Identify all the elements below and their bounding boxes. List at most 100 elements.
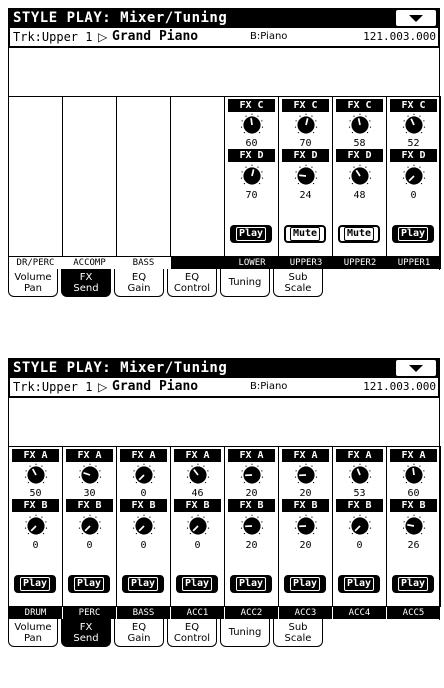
- fx-send-knob-top[interactable]: [402, 113, 426, 137]
- tab-label-line2: Pan: [23, 632, 43, 644]
- fx-send-knob-top[interactable]: [402, 463, 426, 487]
- channel-strip: FX C 52 FX D 0 Play: [387, 96, 441, 257]
- title-bar: STYLE PLAY: Mixer/Tuning: [8, 8, 440, 28]
- fx-send-knob-bottom[interactable]: [24, 514, 48, 538]
- tab-sub-scale[interactable]: Sub Scale: [273, 269, 323, 297]
- channel-name[interactable]: UPPER1: [387, 257, 441, 269]
- tab-volume-pan[interactable]: Volume Pan: [8, 269, 58, 297]
- mixer-screen-top: STYLE PLAY: Mixer/Tuning Trk:Upper 1 ▷ Gran…: [8, 8, 441, 330]
- tab-fx-send[interactable]: FX Send: [61, 269, 111, 297]
- fx-send-value-bottom: 48: [353, 190, 366, 201]
- fx-send-label-bottom: FX D: [390, 149, 437, 162]
- fx-send-knob-top[interactable]: [186, 463, 210, 487]
- fx-send-knob-bottom[interactable]: [240, 514, 264, 538]
- sound-arrow-icon: ▷: [98, 380, 108, 394]
- channel-name[interactable]: ACCOMP: [63, 257, 116, 269]
- program-number: 121.003.000: [363, 380, 436, 393]
- tab-label-line2: Gain: [127, 632, 151, 644]
- fx-send-label-bottom: FX B: [282, 499, 329, 512]
- fx-send-knob-top[interactable]: [24, 463, 48, 487]
- fx-send-knob-top[interactable]: [240, 463, 264, 487]
- fx-send-label-top: FX C: [336, 99, 383, 112]
- play-button[interactable]: Play: [122, 575, 164, 593]
- mute-button[interactable]: Mute: [338, 225, 380, 243]
- track-info-bar[interactable]: Trk:Upper 1 ▷ Grand Piano B:Piano 121.003.00…: [8, 378, 440, 398]
- channel-name[interactable]: [171, 257, 225, 269]
- channel-name[interactable]: DRUM: [9, 607, 62, 619]
- page-menu-button[interactable]: [396, 10, 436, 26]
- fx-send-knob-bottom[interactable]: [402, 514, 426, 538]
- play-button[interactable]: Play: [392, 225, 434, 243]
- fx-send-knob-bottom[interactable]: [348, 514, 372, 538]
- channel-name[interactable]: UPPER2: [333, 257, 387, 269]
- channel-name[interactable]: ACC2: [225, 607, 278, 619]
- play-mute-label: Play: [127, 577, 159, 591]
- tab-label-line2: Control: [173, 632, 211, 644]
- fx-send-knob-top[interactable]: [132, 463, 156, 487]
- tab-eq-gain[interactable]: EQ Gain: [114, 619, 164, 647]
- play-mute-label: Play: [235, 227, 267, 241]
- fx-send-knob-bottom[interactable]: [294, 164, 318, 188]
- play-button[interactable]: Play: [176, 575, 218, 593]
- channel-strip: [9, 96, 63, 257]
- tab-eq-gain[interactable]: EQ Gain: [114, 269, 164, 297]
- channel-strip: FX A 0 FX B 0 Play: [117, 446, 171, 607]
- fx-send-knob-bottom[interactable]: [240, 164, 264, 188]
- mixer-screen-bottom: STYLE PLAY: Mixer/Tuning Trk:Upper 1 ▷ Gran…: [8, 358, 441, 680]
- fx-send-knob-top[interactable]: [294, 463, 318, 487]
- fx-send-knob-bottom[interactable]: [186, 514, 210, 538]
- tab-sub-scale[interactable]: Sub Scale: [273, 619, 323, 647]
- channel-name[interactable]: ACC5: [387, 607, 440, 619]
- fx-send-knob-bottom[interactable]: [348, 164, 372, 188]
- fx-send-value-bottom: 0: [356, 540, 363, 551]
- channel-name[interactable]: LOWER: [225, 257, 279, 269]
- tab-label-line2: Control: [173, 282, 211, 294]
- channel-strip: FX A 46 FX B 0 Play: [171, 446, 225, 607]
- play-button[interactable]: Play: [14, 575, 56, 593]
- fx-send-knob-top[interactable]: [348, 463, 372, 487]
- tab-label-line1: Sub: [288, 621, 308, 633]
- play-mute-label: Play: [397, 577, 429, 591]
- fx-send-knob-bottom[interactable]: [294, 514, 318, 538]
- fx-send-knob-top[interactable]: [348, 113, 372, 137]
- channel-name[interactable]: ACC4: [333, 607, 386, 619]
- tab-label-line1: EQ: [184, 271, 200, 283]
- tab-volume-pan[interactable]: Volume Pan: [8, 619, 58, 647]
- channel-name[interactable]: DR/PERC: [9, 257, 62, 269]
- fx-send-label-bottom: FX B: [390, 499, 437, 512]
- play-button[interactable]: Play: [338, 575, 380, 593]
- tab-label-line1: EQ: [131, 621, 147, 633]
- channel-name[interactable]: UPPER3: [279, 257, 333, 269]
- tab-eq-control[interactable]: EQ Control: [167, 619, 217, 647]
- fx-send-label-bottom: FX B: [228, 499, 275, 512]
- channel-name[interactable]: ACC1: [171, 607, 224, 619]
- channel-name[interactable]: BASS: [117, 607, 170, 619]
- sound-name[interactable]: Grand Piano: [112, 28, 198, 45]
- fx-send-knob-top[interactable]: [294, 113, 318, 137]
- play-button[interactable]: Play: [284, 575, 326, 593]
- track-info-bar[interactable]: Trk:Upper 1 ▷ Grand Piano B:Piano 121.003.00…: [8, 28, 440, 48]
- tab-eq-control[interactable]: EQ Control: [167, 269, 217, 297]
- tab-tuning[interactable]: Tuning: [220, 269, 270, 297]
- mute-button[interactable]: Mute: [284, 225, 326, 243]
- fx-send-knob-top[interactable]: [78, 463, 102, 487]
- sound-name[interactable]: Grand Piano: [112, 378, 198, 395]
- play-button[interactable]: Play: [392, 575, 434, 593]
- tab-label-line2: Send: [73, 632, 99, 644]
- channel-name[interactable]: PERC: [63, 607, 116, 619]
- channel-name[interactable]: ACC3: [279, 607, 332, 619]
- play-button[interactable]: Play: [68, 575, 110, 593]
- channel-name[interactable]: BASS: [117, 257, 170, 269]
- channel-strip: [171, 96, 225, 257]
- play-button[interactable]: Play: [230, 225, 272, 243]
- fx-send-knob-bottom[interactable]: [132, 514, 156, 538]
- tab-tuning[interactable]: Tuning: [220, 619, 270, 647]
- tab-fx-send[interactable]: FX Send: [61, 619, 111, 647]
- play-button[interactable]: Play: [230, 575, 272, 593]
- play-mute-label: Play: [73, 577, 105, 591]
- play-mute-label: Play: [397, 227, 429, 241]
- fx-send-knob-bottom[interactable]: [78, 514, 102, 538]
- page-menu-button[interactable]: [396, 360, 436, 376]
- fx-send-knob-bottom[interactable]: [402, 164, 426, 188]
- fx-send-knob-top[interactable]: [240, 113, 264, 137]
